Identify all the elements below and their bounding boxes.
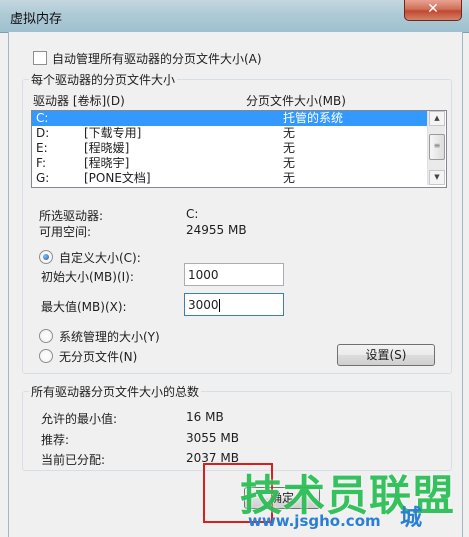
initial-size-input[interactable]: 1000 — [184, 263, 284, 286]
selected-drive-label: 所选驱动器: — [39, 209, 104, 223]
window-title: 虚拟内存 — [10, 12, 63, 27]
custom-size-radio[interactable] — [39, 250, 53, 264]
min-allowed-label: 允许的最小值: — [41, 412, 118, 426]
selected-drive-value: C: — [186, 207, 199, 221]
drive-column-header: 驱动器 [卷标](D) — [33, 94, 125, 108]
totals-group-legend: 所有驱动器分页文件大小的总数 — [29, 383, 202, 400]
drive-list-scrollbar[interactable]: ▲ ≡ ▼ — [427, 111, 445, 185]
title-bar[interactable]: 虚拟内存 ✕ — [0, 0, 469, 33]
min-allowed-value: 16 MB — [186, 410, 224, 424]
free-space-value: 24955 MB — [186, 223, 247, 237]
watermark-url: www.jsgho.com — [248, 512, 381, 530]
max-size-input[interactable]: 3000 — [184, 293, 284, 316]
auto-manage-checkbox[interactable] — [33, 51, 47, 65]
watermark-tail: 城 — [400, 506, 423, 531]
max-size-label: 最大值(MB)(X): — [41, 300, 127, 314]
no-paging-file-radio[interactable] — [39, 349, 53, 363]
drive-row-d[interactable]: D: [下载专用] 无 — [32, 126, 429, 141]
no-paging-file-label: 无分页文件(N) — [59, 350, 138, 364]
auto-manage-label: 自动管理所有驱动器的分页文件大小(A) — [52, 52, 262, 66]
drive-listbox[interactable]: C: 托管的系统 D: [下载专用] 无 E: [程晓媛] 无 F: [程晓宇]… — [31, 110, 447, 188]
close-button[interactable]: ✕ — [404, 0, 462, 21]
free-space-label: 可用空间: — [39, 225, 92, 239]
system-managed-radio[interactable] — [39, 329, 53, 343]
scroll-up-icon[interactable]: ▲ — [429, 111, 445, 126]
size-column-header: 分页文件大小(MB) — [246, 94, 346, 108]
initial-size-label: 初始大小(MB)(I): — [41, 270, 134, 284]
drive-row-f[interactable]: F: [程晓宇] 无 — [32, 156, 429, 171]
text-caret — [218, 299, 220, 312]
recommended-label: 推荐: — [41, 433, 70, 447]
drive-row-c[interactable]: C: 托管的系统 — [32, 111, 429, 126]
system-managed-label: 系统管理的大小(Y) — [59, 330, 160, 344]
custom-size-label: 自定义大小(C): — [59, 251, 141, 265]
drive-row-g[interactable]: G: [PONE文档] 无 — [32, 171, 429, 186]
drive-row-e[interactable]: E: [程晓媛] 无 — [32, 141, 429, 156]
set-button[interactable]: 设置(S) — [337, 344, 435, 366]
scroll-down-icon[interactable]: ▼ — [429, 170, 445, 185]
per-drive-group-legend: 每个驱动器的分页文件大小 — [29, 71, 178, 88]
allocated-label: 当前已分配: — [41, 453, 106, 467]
recommended-value: 3055 MB — [186, 431, 239, 445]
scroll-thumb[interactable]: ≡ — [429, 134, 445, 160]
